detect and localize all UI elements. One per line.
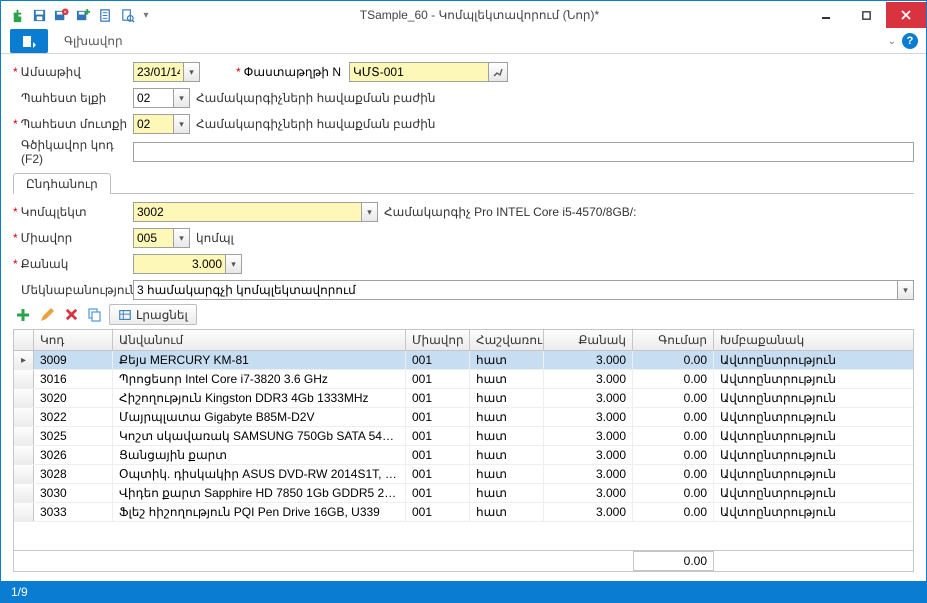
window-title: TSample_60 - Կոմպլեկտավորում (Նոր)* bbox=[153, 8, 806, 22]
tab-general[interactable]: Ընդհանուր bbox=[13, 173, 111, 194]
table-row[interactable]: 3022Մայրպլատա Gigabyte B85M-D2V001հատ3.0… bbox=[14, 408, 913, 427]
qanak-label: Քանակ bbox=[13, 257, 133, 271]
window-controls bbox=[806, 2, 926, 28]
header-form: Ամսաթիվ ▾ Փաստաթղթի N Պահեստ ելքի ▾ Համա… bbox=[1, 54, 926, 168]
whin-input[interactable] bbox=[133, 114, 173, 134]
whout-description: Համակարգիչների հավաքման բաժին bbox=[196, 91, 435, 105]
minimize-button[interactable] bbox=[806, 2, 846, 28]
partner-input[interactable] bbox=[133, 142, 914, 162]
help-icon[interactable]: ? bbox=[902, 33, 918, 49]
maximize-button[interactable] bbox=[846, 2, 886, 28]
comment-label: Մեկնաբանություն bbox=[13, 283, 133, 297]
edit-row-icon[interactable] bbox=[37, 305, 57, 325]
docno-action-icon[interactable] bbox=[488, 62, 508, 82]
col-name[interactable]: Անվանում bbox=[113, 330, 406, 350]
sum-amount: 0.00 bbox=[633, 551, 714, 571]
tab-strip: Ընդհանուր bbox=[13, 172, 914, 194]
qanak-dropdown-icon[interactable]: ▾ bbox=[225, 254, 242, 274]
ribbon-collapse-icon[interactable]: ⌄ bbox=[888, 36, 896, 47]
table-row[interactable]: ▸3009Քեյս MERCURY KM-81001հատ3.0000.00Ավ… bbox=[14, 351, 913, 370]
app-window: ✕ ▾ TSample_60 - Կոմպլեկտավորում (Նոր)* … bbox=[0, 0, 927, 603]
table-row[interactable]: 3028Օպտիկ. դիսկակիր ASUS DVD-RW 2014S1T,… bbox=[14, 465, 913, 484]
file-menu-button[interactable] bbox=[10, 29, 48, 53]
table-row[interactable]: 3025Կոշտ սկավառակ SAMSUNG 750Gb SATA 540… bbox=[14, 427, 913, 446]
col-group[interactable]: Խմբաքանակ bbox=[714, 330, 890, 350]
komplekt-label: Կոմպլեկտ bbox=[13, 205, 133, 219]
fill-button[interactable]: Լրացնել bbox=[109, 304, 197, 325]
whin-label: Պահեստ մուտքի bbox=[13, 117, 133, 131]
qat-save-icon[interactable] bbox=[29, 5, 49, 25]
qat-new-icon[interactable] bbox=[7, 5, 27, 25]
table-row[interactable]: 3026Ցանցային քարտ001հատ3.0000.00Ավտոընտր… bbox=[14, 446, 913, 465]
svg-text:✕: ✕ bbox=[63, 9, 67, 14]
grid-footer: 0.00 bbox=[14, 550, 913, 571]
qanak-input[interactable] bbox=[133, 254, 225, 274]
date-label: Ամսաթիվ bbox=[13, 65, 133, 79]
status-bar: 1/9 bbox=[1, 581, 926, 602]
col-unit[interactable]: Միավոր bbox=[406, 330, 470, 350]
title-bar: ✕ ▾ TSample_60 - Կոմպլեկտավորում (Նոր)* bbox=[1, 1, 926, 29]
col-unitname[interactable]: Հաշվառում bbox=[470, 330, 544, 350]
docno-label: Փաստաթղթի N bbox=[236, 65, 341, 79]
komplekt-input[interactable] bbox=[133, 202, 361, 222]
tab-content: Կոմպլեկտ ▾ Համակարգիչ Pro INTEL Core i5-… bbox=[13, 194, 914, 572]
grid-body: ▸3009Քեյս MERCURY KM-81001հատ3.0000.00Ավ… bbox=[14, 351, 913, 522]
whout-dropdown-icon[interactable]: ▾ bbox=[173, 88, 190, 108]
table-row[interactable]: 3030Վիդեո քարտ Sapphire HD 7850 1Gb GDDR… bbox=[14, 484, 913, 503]
items-grid[interactable]: Կոդ Անվանում Միավոր Հաշվառում Քանակ Գում… bbox=[13, 329, 914, 572]
table-row[interactable]: 3020Հիշողություն Kingston DDR3 4Gb 1333M… bbox=[14, 389, 913, 408]
whin-description: Համակարգիչների հավաքման բաժին bbox=[196, 117, 435, 131]
miavor-label: Միավոր bbox=[13, 231, 133, 245]
fill-button-label: Լրացնել bbox=[136, 308, 188, 322]
table-row[interactable]: 3016Պրոցեսոր Intel Core i7-3820 3.6 GHz0… bbox=[14, 370, 913, 389]
add-row-icon[interactable] bbox=[13, 305, 33, 325]
copy-row-icon[interactable] bbox=[85, 305, 105, 325]
whout-input[interactable] bbox=[133, 88, 173, 108]
qat-print-preview-icon[interactable] bbox=[117, 5, 137, 25]
date-dropdown-icon[interactable]: ▾ bbox=[183, 62, 200, 82]
date-input[interactable] bbox=[133, 62, 183, 82]
whin-dropdown-icon[interactable]: ▾ bbox=[173, 114, 190, 134]
quick-access-toolbar: ✕ ▾ bbox=[1, 5, 153, 25]
grid-header: Կոդ Անվանում Միավոր Հաշվառում Քանակ Գում… bbox=[14, 330, 913, 351]
grid-toolbar: Լրացնել bbox=[13, 304, 914, 325]
miavor-description: կոմպլ bbox=[196, 231, 234, 245]
menu-main[interactable]: Գլխավոր bbox=[54, 30, 133, 52]
komplekt-dropdown-icon[interactable]: ▾ bbox=[361, 202, 378, 222]
qat-refresh-icon[interactable] bbox=[95, 5, 115, 25]
status-position: 1/9 bbox=[11, 585, 28, 599]
whout-label: Պահեստ ելքի bbox=[13, 91, 133, 105]
qat-dropdown-icon[interactable]: ▾ bbox=[139, 5, 153, 25]
col-qty[interactable]: Քանակ bbox=[544, 330, 633, 350]
delete-row-icon[interactable] bbox=[61, 305, 81, 325]
docno-input[interactable] bbox=[349, 62, 489, 82]
qat-save-new-icon[interactable] bbox=[73, 5, 93, 25]
miavor-input[interactable] bbox=[133, 228, 173, 248]
qat-save-close-icon[interactable]: ✕ bbox=[51, 5, 71, 25]
col-code[interactable]: Կոդ bbox=[34, 330, 113, 350]
col-amount[interactable]: Գումար bbox=[633, 330, 714, 350]
miavor-dropdown-icon[interactable]: ▾ bbox=[173, 228, 190, 248]
partner-label: Գծիկավոր կոդ (F2) bbox=[13, 138, 133, 166]
comment-dropdown-icon[interactable]: ▾ bbox=[897, 280, 914, 300]
close-button[interactable] bbox=[886, 2, 926, 28]
table-row[interactable]: 3033Ֆլեշ հիշողություն PQI Pen Drive 16GB… bbox=[14, 503, 913, 522]
comment-input[interactable] bbox=[133, 280, 897, 300]
ribbon-menubar: Գլխավոր ⌄ ? bbox=[1, 29, 926, 54]
komplekt-description: Համակարգիչ Pro INTEL Core i5-4570/8GB/: bbox=[384, 205, 636, 219]
